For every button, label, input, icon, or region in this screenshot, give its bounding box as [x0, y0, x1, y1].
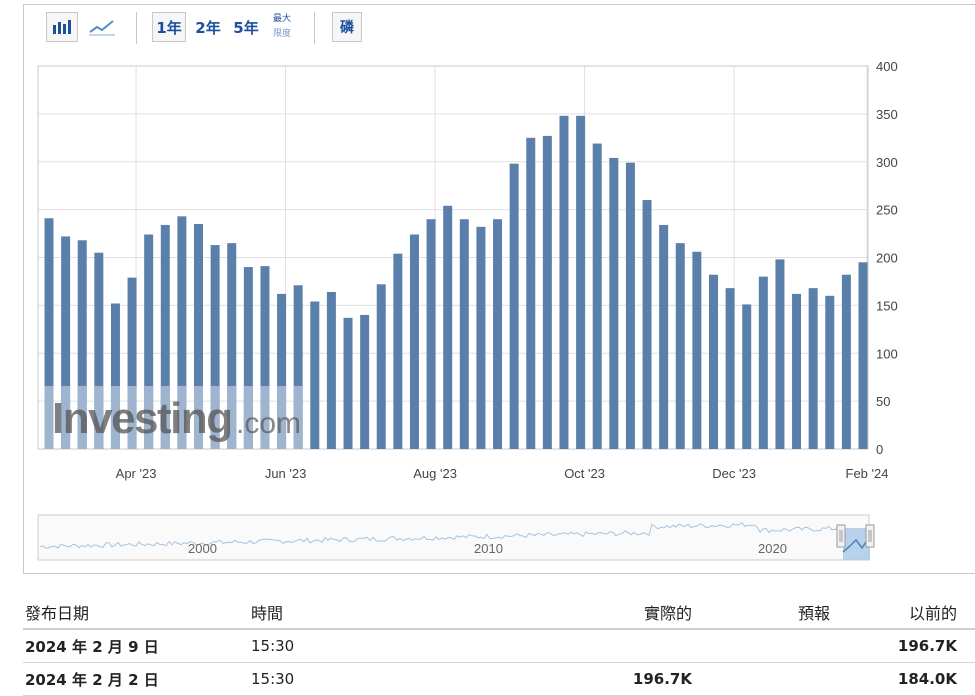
- bar[interactable]: [692, 251, 702, 449]
- bar[interactable]: [426, 219, 436, 449]
- y-tick-label: 0: [876, 442, 883, 457]
- bar[interactable]: [675, 243, 685, 449]
- bar[interactable]: [609, 157, 619, 450]
- y-tick-label: 50: [876, 394, 890, 409]
- bar[interactable]: [808, 288, 818, 449]
- x-tick-label: Dec '23: [712, 466, 756, 481]
- bar[interactable]: [526, 137, 536, 449]
- bar[interactable]: [642, 200, 652, 449]
- bar[interactable]: [493, 219, 503, 449]
- watermark-domain: .com: [236, 407, 301, 440]
- row-previous: 196.7K: [897, 637, 957, 655]
- bar[interactable]: [659, 224, 669, 449]
- watermark-brand: Investing: [52, 394, 232, 443]
- table-row: 2024 年 2 月 2 日 15:30 196.7K 184.0K: [23, 663, 975, 696]
- bar[interactable]: [310, 301, 320, 449]
- bar[interactable]: [592, 143, 602, 449]
- y-tick-label: 250: [876, 203, 898, 218]
- x-tick-label: Feb '24: [846, 466, 889, 481]
- bar[interactable]: [559, 115, 569, 449]
- bar[interactable]: [708, 274, 718, 449]
- y-tick-label: 350: [876, 107, 898, 122]
- y-axis-ticks: 0 50 100 150 200 250 300 350 400: [876, 59, 898, 457]
- navigator-label-2020: 2020: [758, 541, 787, 556]
- y-tick-label: 100: [876, 346, 898, 361]
- bar[interactable]: [393, 253, 403, 449]
- x-tick-label: Aug '23: [413, 466, 457, 481]
- y-tick-label: 150: [876, 298, 898, 313]
- navigator-label-2000: 2000: [188, 541, 217, 556]
- bar[interactable]: [542, 135, 552, 449]
- navigator-right-handle[interactable]: [865, 524, 875, 548]
- bar[interactable]: [758, 276, 768, 449]
- navigator: 2000 2010 2020: [37, 514, 875, 561]
- y-tick-label: 300: [876, 155, 898, 170]
- release-table: 發布日期 時間 實際的 預報 以前的 2024 年 2 月 9 日 15:30 …: [23, 596, 975, 696]
- row-time: 15:30: [251, 637, 295, 655]
- bar[interactable]: [742, 304, 752, 449]
- table-header-row: 發布日期 時間 實際的 預報 以前的: [23, 596, 975, 630]
- x-axis-ticks: Apr '23 Jun '23 Aug '23 Oct '23 Dec '23 Feb '…: [116, 466, 889, 481]
- navigator-label-2010: 2010: [474, 541, 503, 556]
- row-previous: 184.0K: [897, 670, 957, 688]
- bar[interactable]: [825, 295, 835, 449]
- row-actual: 196.7K: [632, 670, 692, 688]
- bar[interactable]: [625, 162, 635, 449]
- bar[interactable]: [509, 163, 519, 450]
- bar[interactable]: [725, 288, 735, 449]
- bar[interactable]: [459, 219, 469, 449]
- bar[interactable]: [376, 284, 386, 449]
- row-date: 2024 年 2 月 2 日: [25, 670, 159, 689]
- navigator-frame: [37, 514, 870, 561]
- navigator-left-handle[interactable]: [836, 524, 846, 548]
- y-tick-label: 200: [876, 251, 898, 266]
- header-date[interactable]: 發布日期: [25, 596, 89, 628]
- row-time: 15:30: [251, 670, 295, 688]
- header-actual[interactable]: 實際的: [644, 596, 692, 628]
- row-date: 2024 年 2 月 9 日: [25, 637, 159, 656]
- x-tick-label: Apr '23: [116, 466, 157, 481]
- y-tick-label: 400: [876, 59, 898, 74]
- bar[interactable]: [841, 274, 851, 449]
- bar[interactable]: [576, 115, 586, 449]
- bar[interactable]: [326, 291, 336, 449]
- bar[interactable]: [792, 293, 802, 449]
- bar[interactable]: [476, 226, 486, 449]
- header-forecast[interactable]: 預報: [798, 596, 830, 628]
- bar[interactable]: [409, 234, 419, 449]
- bar[interactable]: [443, 205, 453, 449]
- x-tick-label: Oct '23: [564, 466, 605, 481]
- header-time[interactable]: 時間: [251, 596, 283, 628]
- bar[interactable]: [343, 317, 353, 449]
- table-row: 2024 年 2 月 9 日 15:30 196.7K: [23, 630, 975, 663]
- bar[interactable]: [775, 259, 785, 449]
- bar[interactable]: [858, 262, 868, 449]
- bar[interactable]: [360, 314, 370, 449]
- header-previous[interactable]: 以前的: [909, 596, 957, 628]
- x-tick-label: Jun '23: [265, 466, 307, 481]
- bar-chart: 050100150200250300350400 Apr '23 Jun '23 A…: [37, 59, 898, 561]
